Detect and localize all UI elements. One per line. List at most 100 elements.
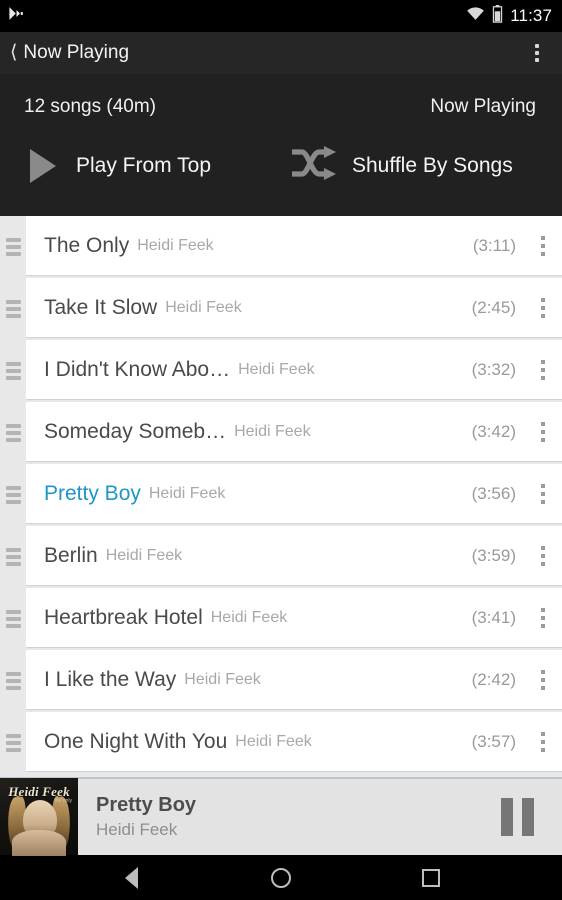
song-artist: Heidi Feek <box>234 422 311 440</box>
song-row-content[interactable]: One Night With You Heidi Feek (3:57) <box>26 712 562 772</box>
song-row[interactable]: I Didn't Know Abo… Heidi Feek (3:32) <box>0 340 562 402</box>
song-artist: Heidi Feek <box>184 670 261 688</box>
song-row[interactable]: Pretty Boy Heidi Feek (3:56) <box>0 464 562 526</box>
pause-icon[interactable] <box>501 798 562 836</box>
drag-handle-icon[interactable] <box>0 526 26 588</box>
song-row-content[interactable]: I Didn't Know Abo… Heidi Feek (3:32) <box>26 340 562 400</box>
song-duration: (3:41) <box>471 607 516 627</box>
play-from-top-button[interactable]: Play From Top <box>0 148 290 183</box>
nav-back-icon[interactable] <box>111 855 151 900</box>
song-row-content[interactable]: Take It Slow Heidi Feek (2:45) <box>26 278 562 338</box>
song-title: The Only <box>44 233 130 257</box>
song-row-content[interactable]: The Only Heidi Feek (3:11) <box>26 216 562 276</box>
song-artist: Heidi Feek <box>137 236 214 254</box>
song-title: Heartbreak Hotel <box>44 605 203 629</box>
drag-handle-icon[interactable] <box>0 216 26 278</box>
song-title: I Didn't Know Abo… <box>44 357 231 381</box>
song-title: One Night With You <box>44 729 228 753</box>
shuffle-icon <box>290 146 338 185</box>
album-art-body <box>12 830 66 856</box>
nav-home-icon[interactable] <box>261 855 301 900</box>
song-title: Take It Slow <box>44 295 158 319</box>
page-title: Now Playing <box>23 42 130 63</box>
song-overflow-icon[interactable] <box>528 402 558 461</box>
song-duration: (3:59) <box>471 545 516 565</box>
song-row-content[interactable]: Someday Someb… Heidi Feek (3:42) <box>26 402 562 462</box>
song-duration: (3:11) <box>472 235 516 255</box>
drag-handle-icon[interactable] <box>0 402 26 464</box>
song-overflow-icon[interactable] <box>528 712 558 771</box>
song-count-label: 12 songs (40m) <box>24 96 157 117</box>
now-playing-artist: Heidi Feek <box>96 820 178 839</box>
song-row[interactable]: Someday Someb… Heidi Feek (3:42) <box>0 402 562 464</box>
song-row-content[interactable]: Heartbreak Hotel Heidi Feek (3:41) <box>26 588 562 648</box>
back-button[interactable]: ⟨ Now Playing <box>10 42 524 64</box>
nav-recents-icon[interactable] <box>411 855 451 900</box>
song-duration: (3:32) <box>471 359 516 379</box>
drag-handle-icon[interactable] <box>0 340 26 402</box>
song-artist: Heidi Feek <box>235 732 312 750</box>
queue-name-label: Now Playing <box>430 96 536 117</box>
song-row-content[interactable]: I Like the Way Heidi Feek (2:42) <box>26 650 562 710</box>
song-artist: Heidi Feek <box>165 298 242 316</box>
queue-header-panel: 12 songs (40m) Now Playing Play From Top… <box>0 74 562 216</box>
song-duration: (3:56) <box>471 483 516 503</box>
album-art: Heidi Feek the only <box>0 778 78 856</box>
song-title: I Like the Way <box>44 667 177 691</box>
song-row[interactable]: Take It Slow Heidi Feek (2:45) <box>0 278 562 340</box>
song-overflow-icon[interactable] <box>528 278 558 337</box>
now-playing-title: Pretty Boy <box>96 794 197 816</box>
song-overflow-icon[interactable] <box>528 464 558 523</box>
action-bar: ⟨ Now Playing <box>0 32 562 74</box>
queue-meta: 12 songs (40m) Now Playing <box>0 74 562 118</box>
song-row[interactable]: One Night With You Heidi Feek (3:57) <box>0 712 562 774</box>
song-duration: (2:45) <box>471 297 516 317</box>
song-overflow-icon[interactable] <box>528 650 558 709</box>
song-row[interactable]: Berlin Heidi Feek (3:59) <box>0 526 562 588</box>
song-artist: Heidi Feek <box>238 360 315 378</box>
drag-handle-icon[interactable] <box>0 464 26 526</box>
song-duration: (2:42) <box>471 669 516 689</box>
song-title: Someday Someb… <box>44 419 227 443</box>
wifi-icon <box>466 6 485 26</box>
song-duration: (3:57) <box>471 731 516 751</box>
song-artist: Heidi Feek <box>105 546 183 564</box>
status-bar-right: 11:37 <box>466 4 552 28</box>
drag-handle-icon[interactable] <box>0 278 26 340</box>
play-icon <box>30 148 56 183</box>
back-chevron-icon: ⟨ <box>10 42 18 63</box>
song-overflow-icon[interactable] <box>528 588 558 647</box>
album-art-subtitle: the only <box>54 798 72 804</box>
android-nav-bar <box>0 855 562 900</box>
drag-handle-icon[interactable] <box>0 588 26 650</box>
song-row-content[interactable]: Berlin Heidi Feek (3:59) <box>26 526 562 586</box>
song-row[interactable]: Heartbreak Hotel Heidi Feek (3:41) <box>0 588 562 650</box>
battery-icon <box>492 4 503 28</box>
song-artist: Heidi Feek <box>148 484 226 502</box>
cast-icon <box>8 5 25 27</box>
shuffle-by-songs-button[interactable]: Shuffle By Songs <box>290 146 513 185</box>
song-duration: (3:42) <box>471 421 516 441</box>
song-row-content[interactable]: Pretty Boy Heidi Feek (3:56) <box>26 464 562 524</box>
queue-actions: Play From Top Shuffle By Songs <box>0 118 562 185</box>
status-bar: 11:37 <box>0 0 562 32</box>
shuffle-by-songs-label: Shuffle By Songs <box>352 153 513 177</box>
song-title: Berlin <box>44 543 98 567</box>
song-list: The Only Heidi Feek (3:11) Take It Slow Heid… <box>0 216 562 774</box>
drag-handle-icon[interactable] <box>0 650 26 712</box>
status-bar-clock: 11:37 <box>510 6 552 25</box>
now-playing-text: Pretty Boy Heidi Feek <box>78 794 501 840</box>
song-row[interactable]: The Only Heidi Feek (3:11) <box>0 216 562 278</box>
now-playing-bar[interactable]: Heidi Feek the only Pretty Boy Heidi Fee… <box>0 777 562 856</box>
song-overflow-icon[interactable] <box>528 340 558 399</box>
drag-handle-icon[interactable] <box>0 712 26 774</box>
song-overflow-icon[interactable] <box>528 526 558 585</box>
song-row[interactable]: I Like the Way Heidi Feek (2:42) <box>0 650 562 712</box>
status-bar-left <box>8 5 466 27</box>
song-title: Pretty Boy <box>44 481 141 505</box>
song-artist: Heidi Feek <box>210 608 288 626</box>
overflow-menu-icon[interactable] <box>524 34 550 72</box>
song-overflow-icon[interactable] <box>528 216 558 275</box>
app-screen: 11:37 ⟨ Now Playing 12 songs (40m) Now P… <box>0 0 562 900</box>
play-from-top-label: Play From Top <box>76 153 211 177</box>
